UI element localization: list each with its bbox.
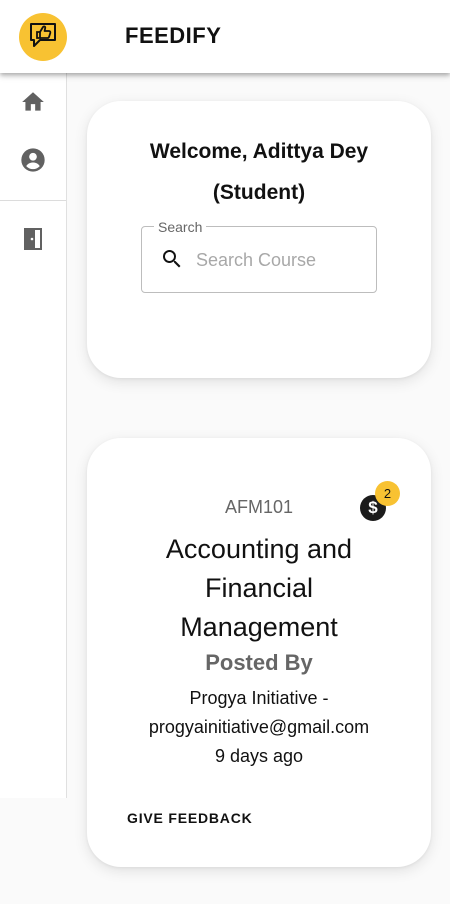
course-title-line: Accounting and: [165, 534, 353, 564]
exit-door-icon: [21, 226, 45, 257]
welcome-name: Welcome, Adittya Dey: [149, 140, 369, 163]
app-bar: FEEDIFY: [0, 0, 450, 73]
poster-info: Progya Initiative - progyainitiative@gma…: [87, 684, 431, 771]
nav-divider: [0, 200, 66, 201]
course-title-line: Financial: [204, 573, 314, 603]
welcome-heading: Welcome, Adittya Dey (Student): [87, 131, 431, 213]
logo[interactable]: [19, 13, 67, 61]
course-title-line: Management: [180, 612, 338, 642]
posted-time: 9 days ago: [214, 746, 304, 766]
home-icon: [20, 89, 46, 120]
give-feedback-button[interactable]: GIVE FEEDBACK: [119, 806, 261, 830]
course-card: AFM101 $ 2 Accounting and Financial Mana…: [87, 438, 431, 867]
app-title: FEEDIFY: [125, 23, 222, 48]
poster-email: progyainitiative@gmail.com: [148, 717, 370, 737]
search-input[interactable]: [196, 247, 366, 273]
welcome-card: Welcome, Adittya Dey (Student) Search: [87, 101, 431, 378]
welcome-role: (Student): [212, 181, 306, 204]
thumbs-up-chat-icon: [28, 21, 58, 54]
feedback-count-badge[interactable]: $ 2: [360, 481, 400, 521]
poster-name: Progya Initiative -: [189, 688, 329, 708]
nav-item-logout[interactable]: [0, 221, 66, 261]
search-label: Search: [154, 219, 207, 235]
nav-drawer: [0, 73, 67, 798]
badge-count: 2: [375, 481, 400, 506]
posted-by-label: Posted By: [205, 650, 313, 675]
nav-item-profile[interactable]: [0, 142, 66, 182]
account-icon: [19, 146, 47, 179]
search-icon: [160, 247, 184, 276]
course-title: Accounting and Financial Management: [87, 530, 431, 647]
nav-item-home[interactable]: [0, 84, 66, 124]
search-field[interactable]: Search: [141, 219, 377, 293]
